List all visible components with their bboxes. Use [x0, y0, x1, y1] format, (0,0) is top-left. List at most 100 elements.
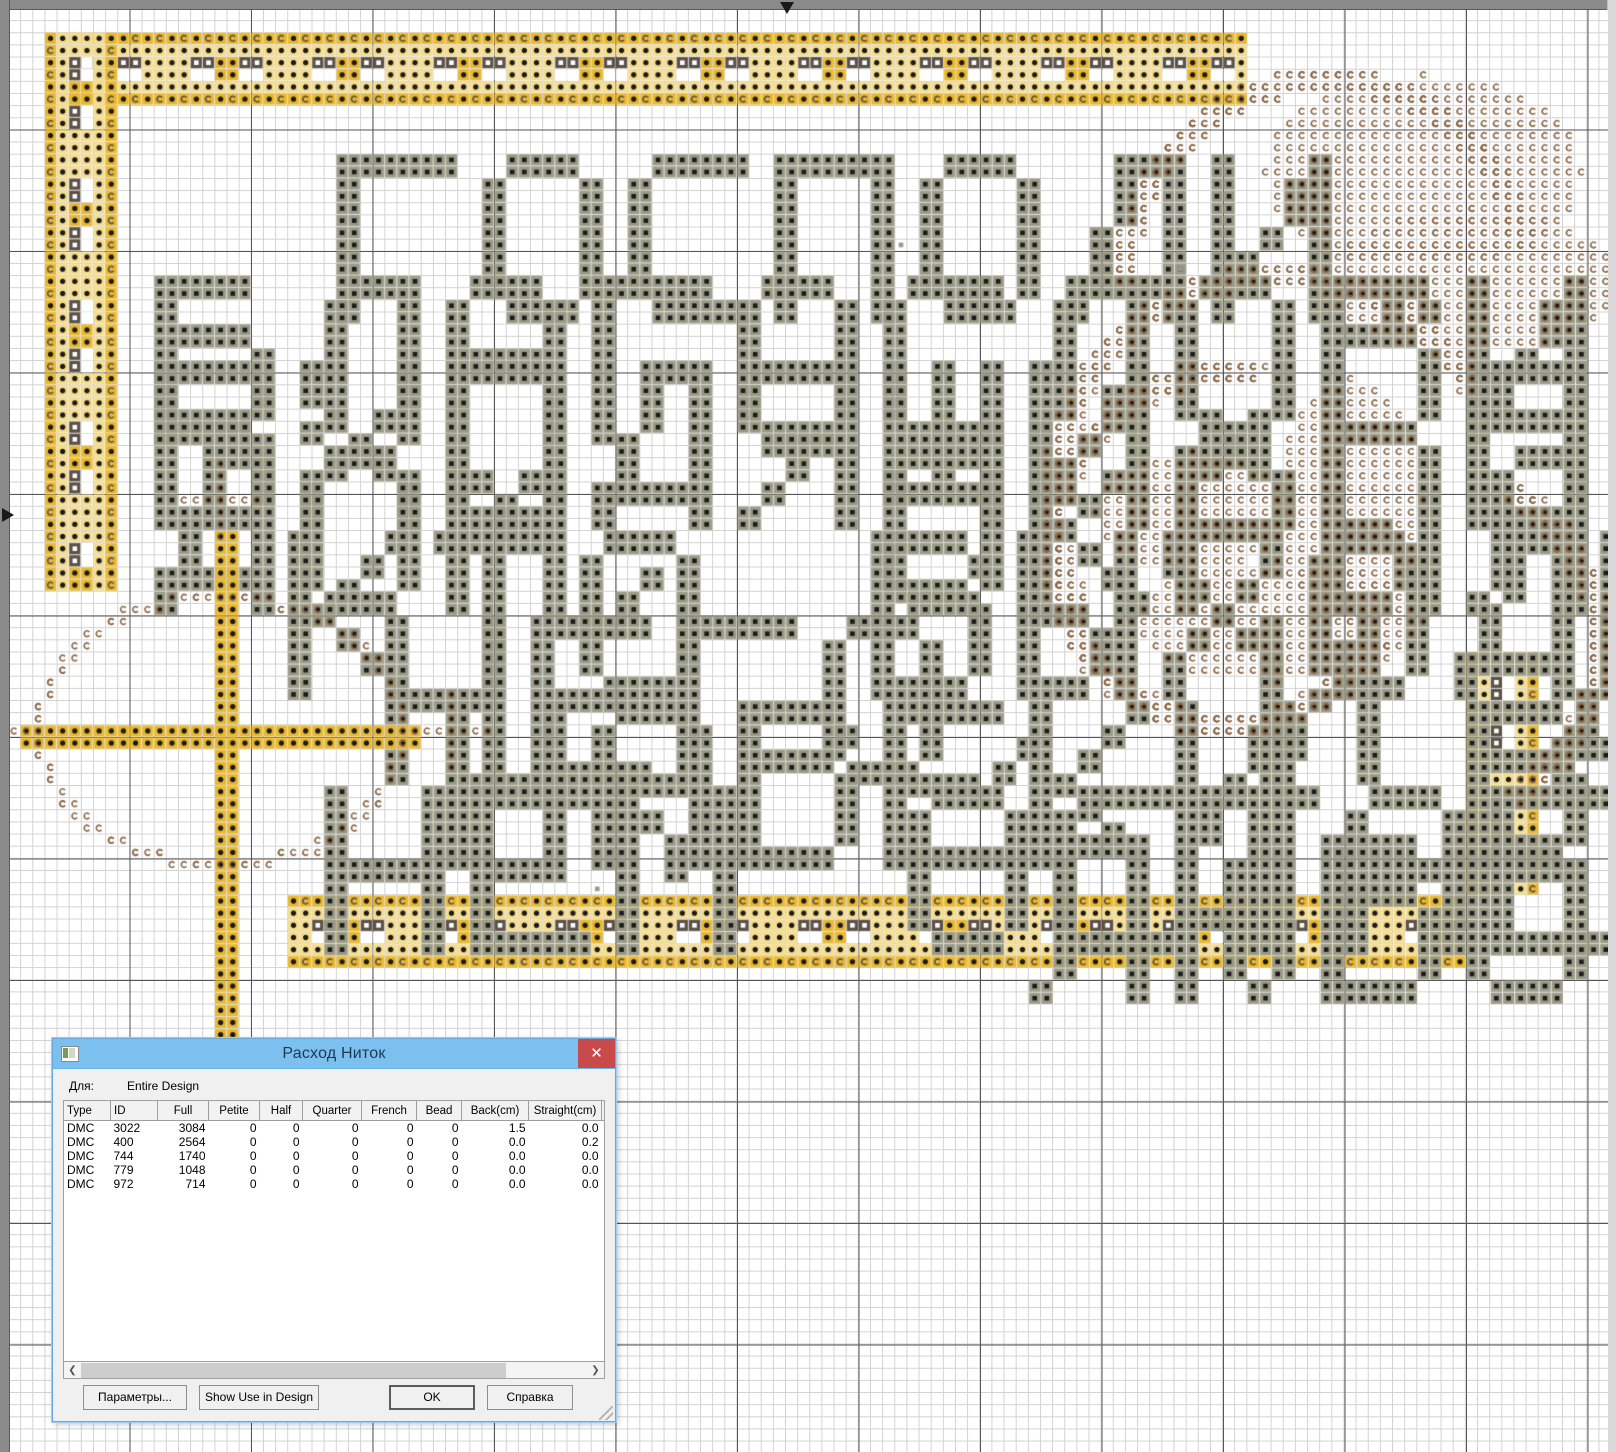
cell-id: 3022 [113, 1121, 141, 1135]
cell-type: DMC [67, 1177, 95, 1191]
ruler-top [0, 0, 1616, 10]
cell-type: DMC [67, 1121, 95, 1135]
ok-button[interactable]: OK [389, 1385, 475, 1410]
parameters-button[interactable]: Параметры... [83, 1385, 187, 1410]
cell-french: 0 [406, 1135, 414, 1149]
column-header-spec[interactable]: Spec.(cm) [601, 1101, 604, 1121]
cell-half: 0 [292, 1163, 300, 1177]
cell-back: 0.0 [508, 1177, 526, 1191]
scroll-right-icon[interactable]: ❯ [587, 1363, 604, 1378]
cell-type: DMC [67, 1163, 95, 1177]
cell-spec: 0.0 [602, 1177, 605, 1191]
cell-straight: 0.2 [581, 1135, 599, 1149]
cell-bead: 0 [451, 1149, 459, 1163]
thread-table-wrapper[interactable]: Type ID Full Petite Half Quarter French … [63, 1100, 605, 1362]
document-icon [61, 1045, 79, 1062]
center-marker-top-icon [780, 2, 794, 14]
cell-straight: 0.0 [581, 1163, 599, 1177]
column-header-petite[interactable]: Petite [208, 1101, 260, 1121]
dialog-button-row: Параметры... Show Use in Design OK Справ… [63, 1385, 605, 1410]
cell-petite: 0 [249, 1149, 257, 1163]
cell-petite: 0 [249, 1135, 257, 1149]
cell-quarter: 0 [351, 1121, 359, 1135]
cell-back: 0.0 [508, 1149, 526, 1163]
cell-quarter: 0 [351, 1135, 359, 1149]
cell-french: 0 [406, 1121, 414, 1135]
cell-back: 0.0 [508, 1163, 526, 1177]
ruler-right [1607, 0, 1616, 1452]
table-row[interactable]: DMC7791048000000.00.00.00.446 [64, 1163, 605, 1177]
dialog-titlebar[interactable]: Расход Ниток ✕ [53, 1039, 615, 1069]
cell-id: 779 [113, 1163, 134, 1177]
column-header-bead[interactable]: Bead [416, 1101, 462, 1121]
column-header-half[interactable]: Half [259, 1101, 303, 1121]
cell-french: 0 [406, 1163, 414, 1177]
cell-bead: 0 [451, 1177, 459, 1191]
scope-label: Для: [69, 1079, 94, 1093]
cell-full: 1740 [178, 1149, 206, 1163]
cell-bead: 0 [451, 1135, 459, 1149]
cell-type: DMC [67, 1149, 95, 1163]
cell-bead: 0 [451, 1121, 459, 1135]
cell-half: 0 [292, 1121, 300, 1135]
cell-half: 0 [292, 1149, 300, 1163]
cell-spec: 0.0 [602, 1163, 605, 1177]
cell-french: 0 [406, 1149, 414, 1163]
cell-spec: 0.0 [602, 1149, 605, 1163]
cell-quarter: 0 [351, 1149, 359, 1163]
table-row[interactable]: DMC7441740000000.00.00.00.741 [64, 1149, 605, 1163]
cell-full: 714 [185, 1177, 206, 1191]
cell-straight: 0.0 [581, 1177, 599, 1191]
dialog-title: Расход Ниток [282, 1044, 386, 1062]
column-header-back[interactable]: Back(cm) [461, 1101, 529, 1121]
cell-spec: 1.8 [602, 1121, 605, 1136]
dialog-body: Для: Entire Design Type ID Full Petite H… [53, 1069, 615, 1422]
table-row[interactable]: DMC30223084000001.50.01.81.315 [64, 1121, 605, 1136]
cell-half: 0 [292, 1135, 300, 1149]
cell-id: 744 [113, 1149, 134, 1163]
column-header-french[interactable]: French [361, 1101, 417, 1121]
thread-usage-dialog[interactable]: Расход Ниток ✕ Для: Entire Design Type I… [52, 1038, 616, 1422]
column-header-id[interactable]: ID [110, 1101, 158, 1121]
cell-id: 400 [113, 1135, 134, 1149]
column-header-type[interactable]: Type [64, 1101, 111, 1121]
thread-table-body: DMC30223084000001.50.01.81.315DMC4002564… [64, 1121, 605, 1191]
thread-usage-table: Type ID Full Petite Half Quarter French … [64, 1101, 605, 1191]
cell-straight: 0.0 [581, 1149, 599, 1163]
help-button[interactable]: Справка [487, 1385, 573, 1410]
cell-full: 3084 [178, 1121, 206, 1135]
ruler-left [0, 0, 10, 1452]
cell-full: 1048 [178, 1163, 206, 1177]
cell-id: 972 [113, 1177, 134, 1191]
cell-petite: 0 [249, 1121, 257, 1135]
cell-bead: 0 [451, 1163, 459, 1177]
cell-petite: 0 [249, 1163, 257, 1177]
cell-full: 2564 [178, 1135, 206, 1149]
scrollbar-track[interactable] [81, 1362, 587, 1378]
scroll-left-icon[interactable]: ❮ [64, 1363, 81, 1378]
cell-spec: 0.0 [602, 1135, 605, 1149]
column-header-straight[interactable]: Straight(cm) [528, 1101, 602, 1121]
scope-row: Для: Entire Design [69, 1079, 605, 1093]
horizontal-scrollbar[interactable]: ❮ ❯ [63, 1362, 605, 1379]
column-header-full[interactable]: Full [157, 1101, 209, 1121]
cell-quarter: 0 [351, 1163, 359, 1177]
table-row[interactable]: DMC4002564000000.00.20.01.092 [64, 1135, 605, 1149]
center-marker-left-icon [2, 508, 14, 522]
application-window: Расход Ниток ✕ Для: Entire Design Type I… [0, 0, 1616, 1452]
scope-value: Entire Design [127, 1079, 200, 1093]
table-header-row: Type ID Full Petite Half Quarter French … [64, 1101, 604, 1121]
cell-quarter: 0 [351, 1177, 359, 1191]
column-header-quarter[interactable]: Quarter [302, 1101, 362, 1121]
close-icon[interactable]: ✕ [578, 1039, 615, 1068]
cell-back: 0.0 [508, 1135, 526, 1149]
scrollbar-thumb[interactable] [81, 1362, 507, 1378]
cell-back: 1.5 [508, 1121, 526, 1135]
table-row[interactable]: DMC972714000000.00.00.00.304 [64, 1177, 605, 1191]
cell-straight: 0.0 [581, 1121, 599, 1135]
cell-petite: 0 [249, 1177, 257, 1191]
cell-half: 0 [292, 1177, 300, 1191]
cell-type: DMC [67, 1135, 95, 1149]
show-use-in-design-button[interactable]: Show Use in Design [199, 1385, 319, 1410]
cell-french: 0 [406, 1177, 414, 1191]
